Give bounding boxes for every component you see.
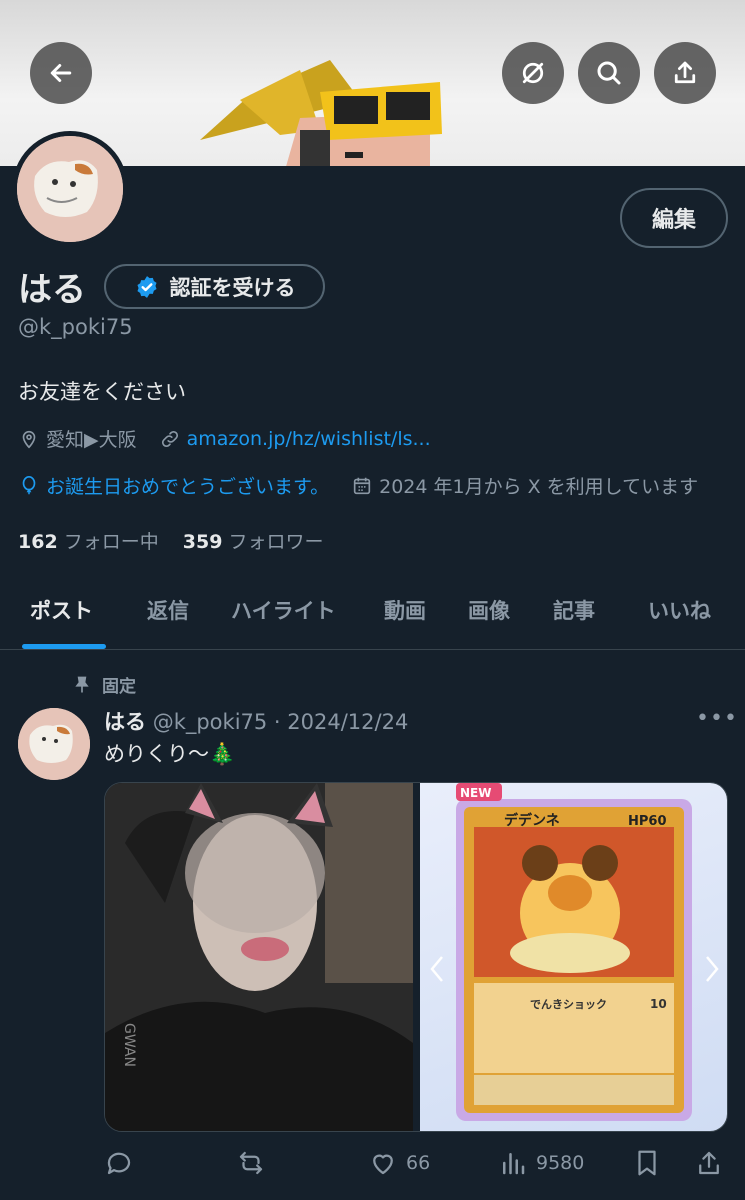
- like-button[interactable]: 66: [368, 1140, 430, 1186]
- share-post-button[interactable]: [694, 1140, 724, 1186]
- heart-icon: [373, 1154, 393, 1175]
- link-icon: [161, 430, 178, 447]
- profile-meta-row-2: お誕生日おめでとうございます。 2024 年1月から X を利用しています: [18, 472, 698, 499]
- post-author-avatar[interactable]: [18, 708, 90, 780]
- following-link[interactable]: 162 フォロー中: [18, 531, 159, 553]
- pokemon-card-image: NEW デデンネ HP60 でんきショック 10: [430, 783, 719, 1121]
- tab-videos[interactable]: 動画: [384, 570, 426, 650]
- post-actions: 66 9580: [0, 1140, 745, 1190]
- following-label: フォロー中: [63, 531, 159, 553]
- post-photo-card[interactable]: NEW デデンネ HP60 でんきショック 10: [420, 783, 727, 1131]
- card-name: デデンネ: [504, 812, 560, 829]
- tab-likes[interactable]: いいね: [648, 570, 711, 650]
- card-badge: NEW: [460, 786, 491, 800]
- active-tab-indicator: [22, 644, 106, 649]
- view-count: 9580: [536, 1152, 585, 1174]
- profile-tabs: ポスト 返信 ハイライト 動画 画像 記事 いいね: [0, 570, 745, 650]
- bookmark-icon: [638, 1150, 656, 1176]
- avatar-image: [17, 136, 123, 242]
- back-button[interactable]: [30, 42, 92, 104]
- post-media[interactable]: GWAN NEW デデンネ HP60 でんきショック 10: [104, 782, 728, 1132]
- follow-stats: 162 フォロー中 359 フォロワー: [18, 527, 324, 554]
- verified-badge-icon: [136, 275, 157, 298]
- followers-count: 359: [182, 531, 223, 553]
- slash-circle-icon: [522, 62, 544, 84]
- post-text: めりくり〜🎄: [104, 742, 236, 766]
- edit-profile-button[interactable]: 編集: [620, 188, 728, 248]
- share-post-icon: [699, 1151, 719, 1175]
- profile-joined: 2024 年1月から X を利用しています: [379, 476, 699, 498]
- post-header: はる @k_poki75 · 2024/12/24: [104, 706, 408, 736]
- share-icon: [674, 61, 696, 84]
- post-meta: @k_poki75 · 2024/12/24: [152, 710, 409, 734]
- followers-label: フォロワー: [228, 531, 324, 553]
- tab-replies[interactable]: 返信: [147, 570, 189, 650]
- tab-highlights[interactable]: ハイライト: [231, 570, 336, 650]
- calendar-icon: [353, 477, 371, 494]
- share-button[interactable]: [654, 42, 716, 104]
- post-avatar-image: [18, 708, 90, 780]
- search-button[interactable]: [578, 42, 640, 104]
- profile-bio: お友達をください: [18, 380, 186, 404]
- location-pin-icon: [22, 430, 36, 448]
- profile-name: はる: [18, 270, 86, 310]
- profile-location: 愛知▶大阪: [46, 429, 137, 451]
- tab-articles[interactable]: 記事: [553, 570, 595, 650]
- following-count: 162: [18, 531, 58, 553]
- reply-button[interactable]: [104, 1140, 142, 1186]
- reply-icon: [107, 1152, 131, 1175]
- svg-text:GWAN: GWAN: [121, 1023, 137, 1067]
- followers-link[interactable]: 359 フォロワー: [183, 531, 324, 553]
- tab-posts[interactable]: ポスト: [30, 570, 93, 650]
- more-options-icon[interactable]: •••: [696, 706, 738, 731]
- card-attack: でんきショック: [530, 998, 607, 1011]
- pin-icon: [75, 676, 89, 692]
- selfie-image: GWAN: [105, 783, 413, 1131]
- pinned-label: 固定: [102, 677, 136, 697]
- profile-birthday: お誕生日おめでとうございます。: [46, 476, 330, 498]
- profile-meta-row-1: 愛知▶大阪 amazon.jp/hz/wishlist/ls...: [18, 425, 431, 452]
- card-damage: 10: [650, 997, 667, 1011]
- get-verified-button[interactable]: 認証を受ける: [104, 264, 325, 309]
- profile-avatar[interactable]: [12, 131, 128, 247]
- post-author-name[interactable]: はる: [104, 710, 146, 734]
- pinned-indicator: 固定: [72, 672, 136, 697]
- repost-icon: [239, 1151, 263, 1175]
- post-photo-selfie[interactable]: GWAN: [105, 783, 413, 1131]
- balloon-icon: [22, 475, 36, 494]
- bookmark-button[interactable]: [632, 1140, 662, 1186]
- views-button[interactable]: 9580: [498, 1140, 584, 1186]
- tab-photos[interactable]: 画像: [468, 570, 510, 650]
- profile-link[interactable]: amazon.jp/hz/wishlist/ls...: [187, 428, 431, 450]
- card-hp: HP60: [628, 814, 667, 829]
- profile-banner[interactable]: [0, 0, 745, 166]
- like-count: 66: [406, 1152, 431, 1174]
- analytics-icon: [503, 1153, 525, 1175]
- profile-handle: @k_poki75: [18, 315, 133, 339]
- search-icon: [597, 61, 621, 85]
- repost-button[interactable]: [236, 1140, 274, 1186]
- grok-button[interactable]: [502, 42, 564, 104]
- arrow-left-icon: [50, 64, 72, 82]
- get-verified-label: 認証を受ける: [169, 275, 296, 300]
